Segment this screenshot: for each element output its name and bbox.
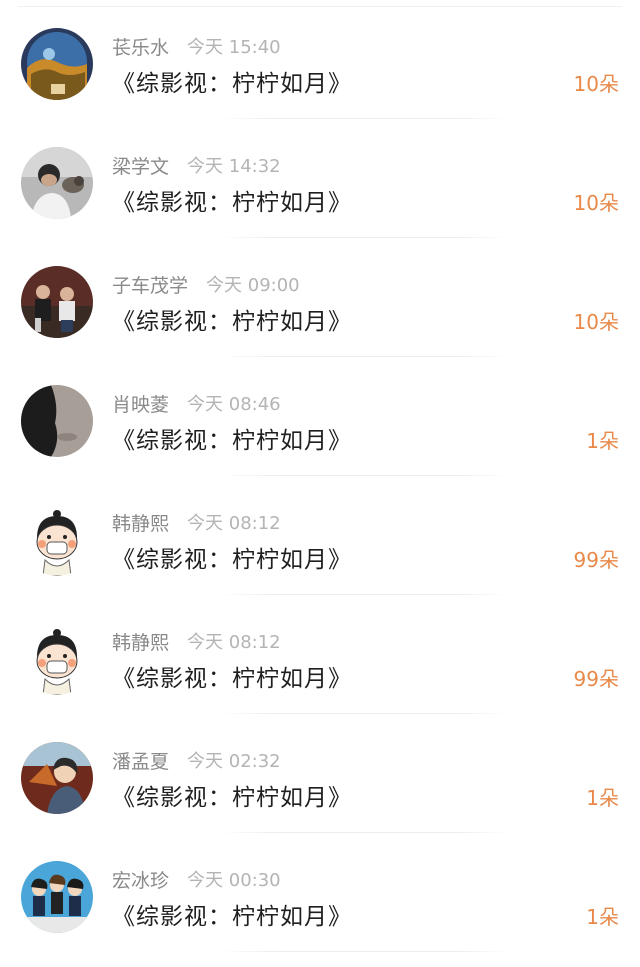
book-title[interactable]: 《综影视：柠柠如月》 [112,659,352,693]
gift-amount: 99朵 [573,548,619,572]
gift-time: 今天 08:12 [187,632,281,653]
sender-name[interactable]: 韩静熙 [112,509,169,536]
anime-boy-avatar[interactable] [21,742,93,814]
book-title[interactable]: 《综影视：柠柠如月》 [112,302,352,336]
gift-time: 今天 15:40 [187,37,281,58]
sender-name[interactable]: 子车茂学 [112,271,188,298]
gift-time: 今天 08:12 [187,513,281,534]
gift-amount: 1朵 [586,429,619,453]
gift-amount: 1朵 [586,905,619,929]
gift-amount: 99朵 [573,667,619,691]
sender-name[interactable]: 宏冰珍 [112,866,169,893]
gift-amount: 10朵 [573,310,619,334]
row-divider [220,951,510,952]
list-item[interactable]: 苌乐水 今天 15:40 《综影视：柠柠如月》 10朵 [0,0,640,119]
gift-list-page: 苌乐水 今天 15:40 《综影视：柠柠如月》 10朵 梁学文 今天 14:32… [0,0,640,967]
two-people-avatar[interactable] [21,266,93,338]
sender-name[interactable]: 韩静熙 [112,628,169,655]
globe-landscape-avatar[interactable] [21,28,93,100]
gift-time: 今天 14:32 [187,156,281,177]
anime-group-avatar[interactable] [21,861,93,933]
gift-amount: 1朵 [586,786,619,810]
person-with-dog-avatar[interactable] [21,147,93,219]
list-item[interactable]: 韩静熙 今天 08:12 《综影视：柠柠如月》 99朵 [0,476,640,595]
book-title[interactable]: 《综影视：柠柠如月》 [112,897,352,931]
sender-name[interactable]: 苌乐水 [112,33,169,60]
list-item[interactable]: 宏冰珍 今天 00:30 《综影视：柠柠如月》 1朵 [0,833,640,952]
gift-time: 今天 00:30 [187,870,281,891]
list-item[interactable]: 韩静熙 今天 08:12 《综影视：柠柠如月》 99朵 [0,595,640,714]
list-item[interactable]: 肖映菱 今天 08:46 《综影视：柠柠如月》 1朵 [0,357,640,476]
sender-name[interactable]: 肖映菱 [112,390,169,417]
sender-name[interactable]: 梁学文 [112,152,169,179]
gift-amount: 10朵 [573,72,619,96]
gift-time: 今天 09:00 [206,275,300,296]
gift-amount: 10朵 [573,191,619,215]
book-title[interactable]: 《综影视：柠柠如月》 [112,778,352,812]
book-title[interactable]: 《综影视：柠柠如月》 [112,540,352,574]
gift-time: 今天 08:46 [187,394,281,415]
list-item[interactable]: 梁学文 今天 14:32 《综影视：柠柠如月》 10朵 [0,119,640,238]
sender-name[interactable]: 潘孟夏 [112,747,169,774]
book-title[interactable]: 《综影视：柠柠如月》 [112,421,352,455]
dark-silhouette-avatar[interactable] [21,385,93,457]
book-title[interactable]: 《综影视：柠柠如月》 [112,183,352,217]
cartoon-girl-avatar[interactable] [21,504,93,576]
list-item[interactable]: 潘孟夏 今天 02:32 《综影视：柠柠如月》 1朵 [0,714,640,833]
gift-time: 今天 02:32 [187,751,281,772]
list-item[interactable]: 子车茂学 今天 09:00 《综影视：柠柠如月》 10朵 [0,238,640,357]
book-title[interactable]: 《综影视：柠柠如月》 [112,64,352,98]
cartoon-girl-avatar[interactable] [21,623,93,695]
gift-list: 苌乐水 今天 15:40 《综影视：柠柠如月》 10朵 梁学文 今天 14:32… [0,0,640,952]
